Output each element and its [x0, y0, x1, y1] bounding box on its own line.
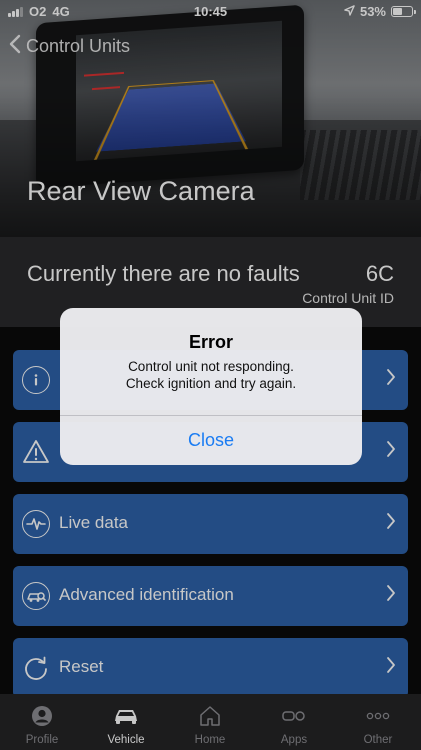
alert-message: Control unit not responding. Check ignit… — [76, 358, 346, 392]
error-alert-dialog: Error Control unit not responding. Check… — [60, 308, 362, 465]
alert-message-line-2: Check ignition and try again. — [125, 376, 297, 391]
alert-message-line-1: Control unit not responding. — [128, 359, 294, 374]
alert-title: Error — [188, 332, 233, 352]
close-button[interactable]: Close — [60, 416, 362, 465]
